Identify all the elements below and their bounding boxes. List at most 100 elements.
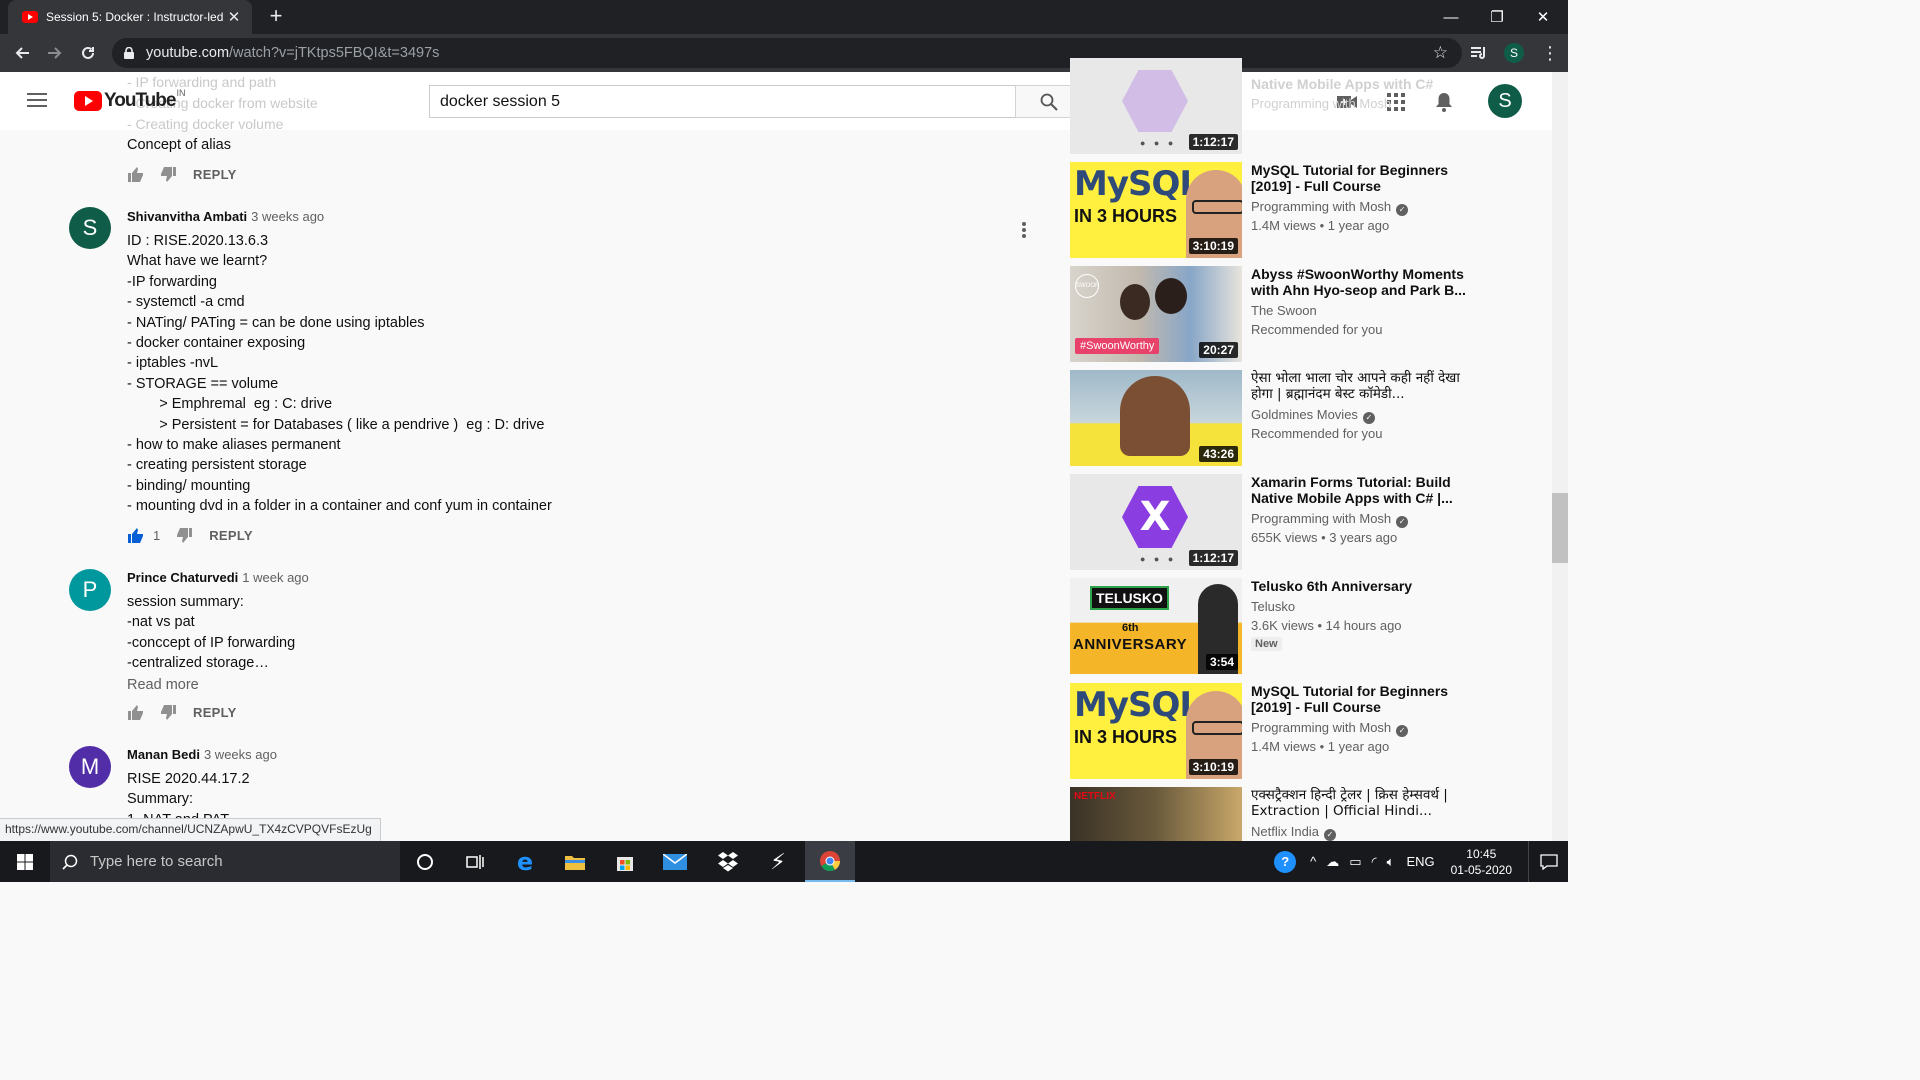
clock[interactable]: 10:45 01-05-2020 — [1451, 846, 1512, 878]
channel-name[interactable]: Programming with Mosh ✓ — [1251, 511, 1409, 528]
dislike-icon[interactable] — [160, 705, 177, 720]
chrome-taskbar-icon[interactable] — [805, 841, 855, 882]
maximize-button[interactable]: ❐ — [1474, 0, 1520, 34]
channel-name[interactable]: Programming with Mosh — [1251, 96, 1391, 111]
close-tab-icon[interactable]: ✕ — [226, 8, 242, 26]
channel-name[interactable]: The Swoon — [1251, 303, 1317, 318]
comment-text-line: -centralized storage… — [127, 655, 269, 672]
action-center-icon[interactable] — [1528, 841, 1568, 882]
recommendation-card[interactable]: 43:26 ऐसा भोला भाला चोर आपने कही नहीं दे… — [1070, 370, 1550, 466]
search-input[interactable]: docker session 5 — [429, 85, 1016, 118]
comment-time[interactable]: 3 weeks ago — [251, 209, 324, 224]
dropbox-icon[interactable] — [703, 841, 753, 882]
read-more-link[interactable]: Read more — [127, 677, 199, 693]
comment-menu-icon[interactable] — [1022, 220, 1028, 240]
edge-icon[interactable]: e — [500, 841, 550, 882]
video-thumbnail[interactable]: 43:26 — [1070, 370, 1242, 466]
avatar[interactable]: S — [69, 207, 111, 249]
comment-author[interactable]: Manan Bedi 3 weeks ago — [127, 747, 277, 762]
start-button[interactable] — [0, 841, 50, 882]
video-thumbnail[interactable]: NETFLIX — [1070, 787, 1242, 841]
video-thumbnail[interactable]: MySQL IN 3 HOURS 3:10:19 — [1070, 683, 1242, 779]
recommendation-card[interactable]: MySQL IN 3 HOURS 3:10:19 MySQL Tutorial … — [1070, 162, 1550, 258]
author-name[interactable]: Prince Chaturvedi — [127, 570, 238, 585]
minimize-button[interactable]: — — [1428, 0, 1474, 34]
video-thumbnail[interactable]: TELUSKO 6th ANNIVERSARY 3:54 — [1070, 578, 1242, 674]
store-icon[interactable] — [600, 841, 650, 882]
recommendation-card[interactable]: MySQL IN 3 HOURS 3:10:19 MySQL Tutorial … — [1070, 683, 1550, 779]
channel-label[interactable]: Programming with Mosh — [1251, 511, 1391, 526]
channel-name[interactable]: Telusko — [1251, 599, 1295, 614]
channel-label[interactable]: Goldmines Movies — [1251, 407, 1358, 422]
mail-icon[interactable] — [650, 841, 700, 882]
recommendation-card[interactable]: TELUSKO 6th ANNIVERSARY 3:54 Telusko 6th… — [1070, 578, 1550, 674]
video-thumbnail[interactable]: X ● ● ● 1:12:17 — [1070, 474, 1242, 570]
reload-button[interactable] — [76, 41, 100, 65]
like-icon[interactable] — [127, 528, 144, 543]
dislike-icon[interactable] — [176, 528, 193, 543]
video-title[interactable]: Xamarin Forms Tutorial: Build Native Mob… — [1251, 474, 1466, 507]
help-icon[interactable]: ? — [1274, 850, 1297, 873]
channel-name[interactable]: Programming with Mosh ✓ — [1251, 720, 1409, 737]
recommendation-card[interactable]: NETFLIX एक्सट्रैक्शन हिन्दी ट्रेलर | क्र… — [1070, 787, 1550, 841]
thumbnail-text: MySQL — [1074, 164, 1201, 204]
clock-time: 10:45 — [1466, 846, 1497, 861]
new-tab-button[interactable]: + — [264, 5, 288, 29]
video-title[interactable]: Abyss #SwoonWorthy Moments with Ahn Hyo-… — [1251, 266, 1466, 299]
app-bolt-icon[interactable]: ⚡ — [753, 841, 803, 882]
duration-badge: 3:10:19 — [1188, 759, 1238, 775]
like-icon[interactable] — [127, 705, 144, 720]
hamburger-menu-icon[interactable] — [26, 92, 48, 108]
reply-button[interactable]: REPLY — [193, 167, 237, 182]
taskbar-search[interactable]: Type here to search — [50, 841, 400, 882]
video-title[interactable]: एक्सट्रैक्शन हिन्दी ट्रेलर | क्रिस हेम्स… — [1251, 787, 1466, 820]
video-title[interactable]: Telusko 6th Anniversary — [1251, 578, 1466, 594]
channel-label[interactable]: Netflix India — [1251, 824, 1319, 839]
show-hidden-icons-icon[interactable]: ^ — [1310, 854, 1316, 869]
onedrive-icon[interactable]: ☁ — [1326, 854, 1339, 870]
channel-name[interactable]: Goldmines Movies ✓ — [1251, 407, 1375, 424]
channel-name[interactable]: Netflix India ✓ — [1251, 824, 1336, 841]
comment-time[interactable]: 1 week ago — [242, 570, 309, 585]
recommendation-card[interactable]: SWOON #SwoonWorthy 20:27 Abyss #SwoonWor… — [1070, 266, 1550, 362]
file-explorer-icon[interactable] — [550, 841, 600, 882]
browser-tab[interactable]: Session 5: Docker : Instructor-led ✕ — [8, 0, 252, 34]
wifi-icon[interactable]: ◜ — [1372, 854, 1377, 870]
youtube-logo[interactable]: YouTube IN — [74, 88, 185, 112]
comment-time[interactable]: 3 weeks ago — [204, 747, 277, 762]
reply-button[interactable]: REPLY — [193, 705, 237, 720]
cortana-icon[interactable] — [400, 841, 450, 882]
page-scrollbar[interactable] — [1552, 72, 1568, 841]
avatar[interactable]: M — [69, 746, 111, 788]
author-name[interactable]: Manan Bedi — [127, 747, 200, 762]
author-name[interactable]: Shivanvitha Ambati — [127, 209, 247, 224]
video-title[interactable]: ऐसा भोला भाला चोर आपने कही नहीं देखा होग… — [1251, 370, 1466, 403]
channel-label[interactable]: Programming with Mosh — [1251, 720, 1391, 735]
language-indicator[interactable]: ENG — [1406, 854, 1434, 869]
duration-badge: 1:12:17 — [1188, 550, 1238, 566]
video-title[interactable]: MySQL Tutorial for Beginners [2019] - Fu… — [1251, 162, 1466, 195]
avatar[interactable]: P — [69, 569, 111, 611]
scrollbar-thumb[interactable] — [1552, 493, 1568, 563]
video-title[interactable]: Native Mobile Apps with C# — [1251, 76, 1466, 92]
video-thumbnail[interactable]: MySQL IN 3 HOURS 3:10:19 — [1070, 162, 1242, 258]
like-icon[interactable] — [127, 167, 144, 182]
video-thumbnail[interactable]: SWOON #SwoonWorthy 20:27 — [1070, 266, 1242, 362]
battery-icon[interactable]: ▭ — [1349, 854, 1361, 870]
volume-icon[interactable]: 🔈︎ — [1387, 854, 1395, 870]
comment-author[interactable]: Prince Chaturvedi 1 week ago — [127, 570, 309, 585]
reply-button[interactable]: REPLY — [209, 528, 253, 543]
task-view-icon[interactable] — [450, 841, 500, 882]
back-button[interactable] — [10, 41, 34, 65]
channel-name[interactable]: Programming with Mosh ✓ — [1251, 199, 1409, 216]
video-thumbnail[interactable]: ● ● ● 1:12:17 — [1070, 58, 1242, 154]
video-title[interactable]: MySQL Tutorial for Beginners [2019] - Fu… — [1251, 683, 1466, 716]
dislike-icon[interactable] — [160, 167, 177, 182]
close-window-button[interactable]: ✕ — [1520, 0, 1566, 34]
comment-author[interactable]: Shivanvitha Ambati 3 weeks ago — [127, 209, 324, 224]
recommendation-card[interactable]: ● ● ● 1:12:17 Native Mobile Apps with C#… — [1070, 58, 1550, 154]
channel-label[interactable]: Programming with Mosh — [1251, 199, 1391, 214]
platform-icons: ● ● ● — [1140, 138, 1177, 148]
recommendation-card[interactable]: X ● ● ● 1:12:17 Xamarin Forms Tutorial: … — [1070, 474, 1550, 570]
forward-button[interactable] — [43, 41, 67, 65]
